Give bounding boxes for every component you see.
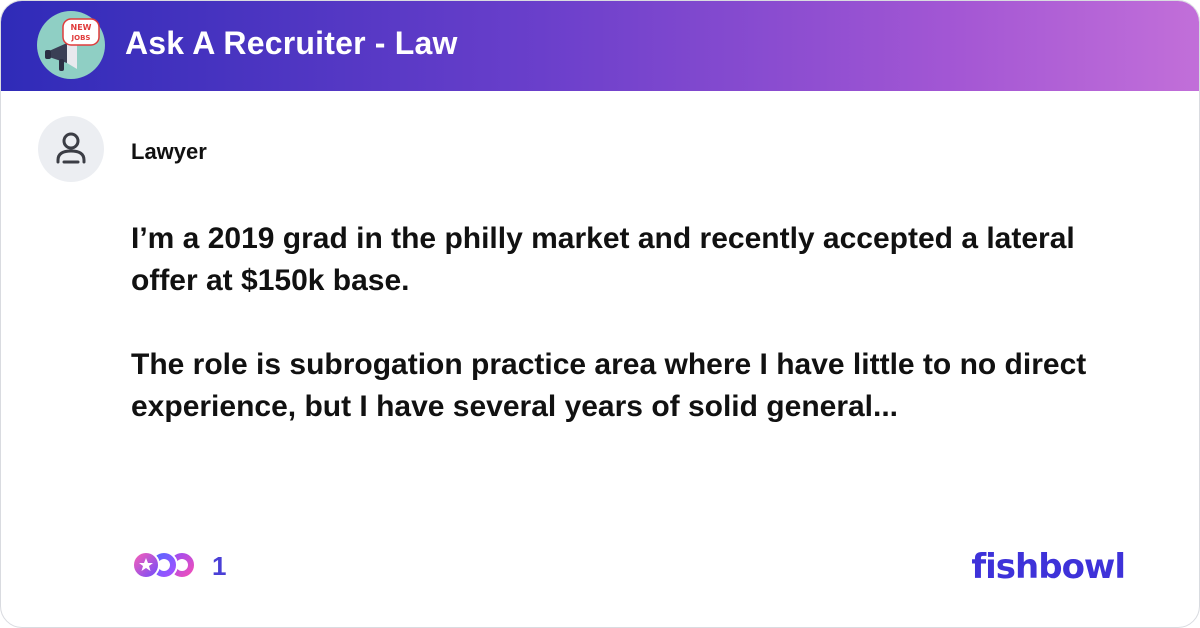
bowl-header[interactable]: NEW JOBS Ask A Recruiter - Law	[1, 1, 1199, 91]
reaction-icons[interactable]	[131, 550, 197, 580]
megaphone-new-jobs-icon[interactable]: NEW JOBS	[37, 11, 105, 79]
person-icon	[56, 132, 86, 164]
bowl-title[interactable]: Ask A Recruiter - Law	[125, 25, 458, 62]
post-paragraph: The role is subrogation practice area wh…	[131, 348, 1087, 423]
author-name[interactable]: Lawyer	[131, 139, 207, 165]
post-body[interactable]: I’m a 2019 grad in the philly market and…	[131, 218, 1141, 428]
avatar[interactable]	[38, 116, 104, 182]
svg-text:NEW: NEW	[71, 23, 92, 32]
post-paragraph: I’m a 2019 grad in the philly market and…	[131, 222, 1075, 297]
svg-text:JOBS: JOBS	[71, 34, 91, 42]
reaction-count[interactable]: 1	[212, 551, 226, 582]
post-card: NEW JOBS Ask A Recruiter - Law Lawyer I’…	[0, 0, 1200, 628]
star-reaction-icon	[132, 551, 160, 579]
fishbowl-logo[interactable]: fishbowl	[971, 547, 1126, 587]
